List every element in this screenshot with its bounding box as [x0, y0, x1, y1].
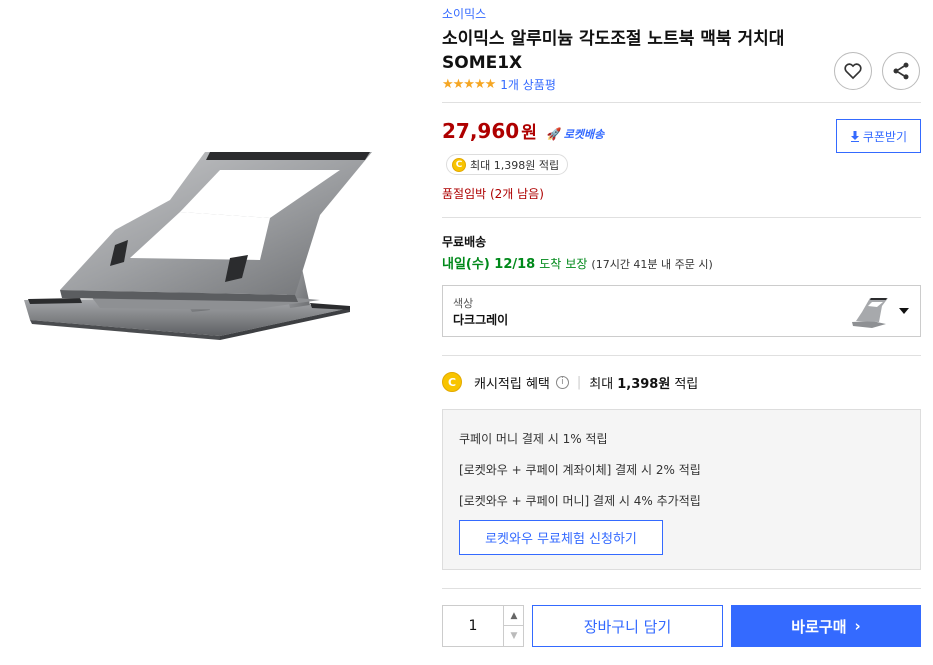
- buy-now-button[interactable]: 바로구매 ›: [731, 605, 921, 647]
- quantity-input[interactable]: 1: [443, 606, 503, 646]
- quantity-increase-button[interactable]: ▲: [503, 606, 524, 626]
- rating: ★★★★★ 1개 상품평: [442, 76, 556, 93]
- shipping-note: (17시간 41분 내 주문 시): [591, 258, 713, 271]
- coupon-download-button[interactable]: 쿠폰받기: [836, 119, 921, 153]
- benefit-line: [로켓와우 + 쿠페이 계좌이체] 결제 시 2% 적립: [459, 463, 701, 477]
- cash-benefit-details: 쿠페이 머니 결제 시 1% 적립 [로켓와우 + 쿠페이 계좌이체] 결제 시…: [442, 409, 921, 570]
- option-label: 색상: [453, 297, 474, 310]
- chevron-down-icon: [899, 308, 909, 314]
- cash-pill-text: 최대 1,398원 적립: [470, 158, 560, 172]
- heart-icon: [844, 63, 862, 80]
- coupon-label: 쿠폰받기: [862, 129, 908, 144]
- brand-link[interactable]: 소이믹스: [442, 5, 486, 22]
- quantity-decrease-button[interactable]: ▼: [503, 626, 524, 646]
- buy-now-label: 바로구매: [791, 617, 847, 636]
- product-title: 소이믹스 알루미늄 각도조절 노트북 맥북 거치대 SOME1X: [442, 29, 785, 73]
- stock-warning: 품절임박 (2개 남음): [442, 187, 544, 201]
- cash-max-amount: 1,398원: [617, 376, 671, 392]
- rocket-delivery-badge: 🚀 로켓배송: [547, 126, 604, 142]
- shipping-date: 내일(수) 12/18: [442, 257, 536, 272]
- option-value: 다크그레이: [453, 313, 509, 327]
- product-image: [20, 140, 380, 340]
- wishlist-button[interactable]: [834, 52, 872, 90]
- divider: [442, 355, 921, 356]
- cash-reward-pill: C 최대 1,398원 적립: [446, 154, 569, 175]
- cash-coin-icon: C: [442, 372, 462, 392]
- benefit-line: [로켓와우 + 쿠페이 머니] 결제 시 4% 추가적립: [459, 494, 701, 508]
- laptop-stand-image: [24, 152, 372, 340]
- cash-benefit-row: C 캐시적립 혜택 i | 최대 1,398원 적립: [442, 372, 698, 392]
- rocket-label: 로켓배송: [563, 128, 605, 141]
- color-option-select[interactable]: 색상 다크그레이: [442, 285, 921, 337]
- option-thumbnail-icon: [852, 298, 888, 328]
- info-icon[interactable]: i: [555, 375, 569, 389]
- rocket-icon: 🚀: [546, 127, 562, 141]
- price: 27,960 원 🚀 로켓배송: [442, 118, 604, 143]
- shipping-guarantee: 보장: [565, 257, 588, 271]
- download-icon: [850, 130, 859, 142]
- share-button[interactable]: [882, 52, 920, 90]
- benefit-line: 쿠페이 머니 결제 시 1% 적립: [459, 432, 608, 446]
- review-count-link[interactable]: 1개 상품평: [500, 76, 556, 93]
- shipping-eta: 내일(수) 12/18 도착 보장 (17시간 41분 내 주문 시): [442, 253, 713, 272]
- chevron-right-icon: ›: [854, 617, 861, 635]
- price-unit: 원: [521, 123, 537, 143]
- price-value: 27,960: [442, 119, 520, 143]
- cash-max-suffix: 적립: [674, 376, 699, 392]
- rocketwow-trial-button[interactable]: 로켓와우 무료체험 신청하기: [459, 520, 663, 555]
- cash-benefit-label: 캐시적립 혜택: [474, 376, 550, 392]
- divider: [442, 217, 921, 218]
- separator: |: [576, 374, 582, 390]
- shipping-label: 무료배송: [442, 235, 487, 249]
- cash-max-prefix: 최대: [589, 376, 614, 392]
- shipping-arrival: 도착: [539, 257, 562, 271]
- quantity-stepper: 1 ▲ ▼: [442, 605, 524, 647]
- cash-coin-icon: C: [452, 157, 466, 172]
- divider: [442, 102, 921, 103]
- divider: [442, 588, 921, 589]
- star-rating-icon: ★★★★★: [442, 77, 496, 92]
- share-icon: [893, 62, 909, 80]
- add-to-cart-button[interactable]: 장바구니 담기: [532, 605, 723, 647]
